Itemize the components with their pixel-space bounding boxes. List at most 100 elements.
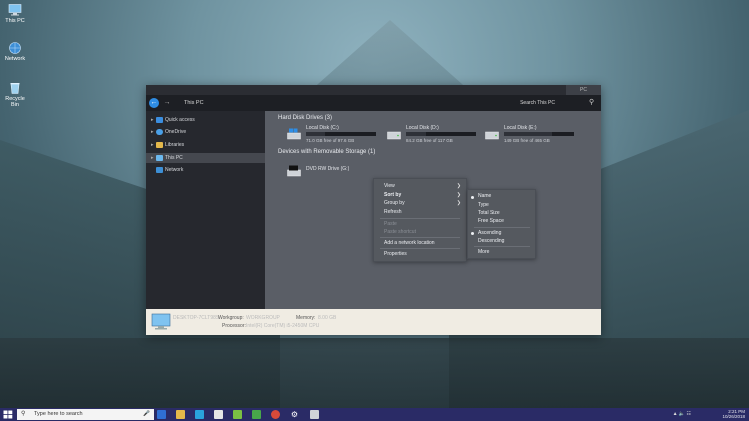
desktop-icon-network[interactable]: Network (2, 42, 28, 62)
taskbar-search-box[interactable]: ⚲ Type here to search 🎤 (17, 409, 154, 420)
address-bar: ← → This PC Search This PC ⚲ (146, 95, 601, 111)
app-icon[interactable] (252, 410, 261, 419)
sidebar-item-this-pc[interactable]: ▸ This PC (146, 153, 265, 163)
desktop-icon-this-pc[interactable]: This PC (2, 4, 28, 24)
chevron-right-icon[interactable]: ▸ (151, 115, 154, 125)
drive-free-space: 84.2 GB free of 117 GB (406, 138, 453, 143)
chrome-icon[interactable] (271, 410, 280, 419)
menu-item-view[interactable]: View (384, 183, 395, 189)
menu-item-sort-total-size[interactable]: Total Size (478, 210, 500, 216)
desktop-icon-label: This PC (5, 18, 25, 24)
title-bar[interactable]: PC (146, 85, 601, 95)
menu-item-paste-shortcut[interactable]: Paste shortcut (384, 229, 416, 235)
sidebar-item-label: Quick access (165, 117, 195, 123)
menu-separator (474, 246, 530, 247)
navigation-pane: ▸ Quick access ▸ OneDrive ▸ Libraries ▸ … (146, 111, 265, 309)
drive-free-space: 149 GB free of 465 GB (504, 138, 550, 143)
menu-item-refresh[interactable]: Refresh (384, 209, 402, 215)
telegram-icon[interactable] (195, 410, 204, 419)
menu-item-sort-type[interactable]: Type (478, 202, 489, 208)
hard-drive-icon (485, 131, 499, 140)
menu-item-sort-name[interactable]: Name (478, 193, 491, 199)
network-icon (156, 167, 163, 173)
menu-item-more[interactable]: More (478, 249, 489, 255)
microphone-icon[interactable]: 🎤 (143, 409, 150, 420)
chevron-right-icon: ❯ (456, 192, 461, 198)
menu-item-sort-by[interactable]: Sort by (384, 192, 401, 198)
context-menu: View ❯ Sort by ❯ Group by ❯ Refresh Past… (373, 178, 467, 262)
workgroup-label: Workgroup: (218, 315, 244, 321)
folder-icon (156, 142, 163, 148)
drive-name: Local Disk (E:) (504, 125, 537, 131)
memory-label: Memory: (296, 315, 316, 321)
menu-separator (474, 227, 530, 228)
drive-free-space: 71.0 GB free of 97.6 GB (306, 138, 355, 143)
search-input[interactable]: Search This PC (520, 100, 555, 106)
workgroup-value: WORKGROUP (246, 315, 280, 321)
gear-icon[interactable]: ⚙ (290, 410, 299, 419)
task-view-icon[interactable] (157, 410, 166, 419)
sidebar-item-quick-access[interactable]: ▸ Quick access (146, 115, 265, 125)
computer-icon (156, 155, 163, 161)
forward-arrow-icon[interactable]: → (162, 98, 172, 108)
chevron-right-icon: ❯ (456, 183, 461, 189)
menu-separator (380, 218, 460, 219)
sidebar-item-network[interactable]: Network (146, 165, 265, 175)
search-icon: ⚲ (21, 411, 26, 417)
drive-usage-fill (504, 132, 552, 136)
app-icon[interactable] (310, 410, 319, 419)
clock[interactable]: 2:21 PM 10/26/2018 (722, 409, 745, 419)
menu-item-paste[interactable]: Paste (384, 221, 397, 227)
sort-by-submenu: Name Type Total Size Free Space Ascendin… (467, 189, 536, 259)
sidebar-item-label: This PC (165, 155, 183, 161)
desktop-icon-recycle-bin[interactable]: Recycle Bin (2, 82, 28, 108)
sidebar-item-libraries[interactable]: ▸ Libraries (146, 140, 265, 150)
search-icon[interactable]: ⚲ (589, 99, 597, 107)
computer-name: DESKTOP-7CLT98S (173, 315, 220, 321)
windows-start-icon[interactable] (3, 410, 13, 419)
computer-icon (8, 4, 22, 16)
radio-selected-icon (471, 232, 474, 235)
sidebar-item-label: Libraries (165, 142, 185, 148)
network-icon (9, 42, 21, 54)
details-pane: DESKTOP-7CLT98S Workgroup: WORKGROUP Pro… (146, 309, 601, 335)
back-arrow-icon[interactable]: ← (149, 98, 159, 108)
window-tab[interactable]: PC (566, 85, 601, 95)
drive-e[interactable]: Local Disk (E:) 149 GB free of 465 GB (485, 125, 575, 147)
taskbar: ⚲ Type here to search 🎤 ⚙ ▲ 🔈 ☷ 2:21 PM … (0, 408, 749, 421)
drive-d[interactable]: Local Disk (D:) 84.2 GB free of 117 GB (387, 125, 477, 147)
system-tray-icons[interactable]: ▲ 🔈 ☷ (673, 411, 691, 417)
chevron-right-icon[interactable]: ▸ (151, 127, 154, 137)
desktop-icon-label: Network (4, 56, 26, 62)
menu-item-group-by[interactable]: Group by (384, 200, 405, 206)
app-icon[interactable] (233, 410, 242, 419)
menu-item-descending[interactable]: Descending (478, 238, 504, 244)
sidebar-item-onedrive[interactable]: ▸ OneDrive (146, 127, 265, 137)
sidebar-item-label: OneDrive (165, 129, 187, 135)
chevron-right-icon[interactable]: ▸ (151, 153, 154, 163)
address-field[interactable]: This PC (184, 100, 204, 106)
menu-item-ascending[interactable]: Ascending (478, 230, 501, 236)
removable-storage-header[interactable]: Devices with Removable Storage (1) (278, 149, 375, 155)
radio-selected-icon (471, 196, 474, 199)
dvd-drive-icon (287, 165, 301, 177)
file-explorer-icon[interactable] (176, 410, 185, 419)
drive-usage-bar (406, 132, 476, 136)
dvd-drive[interactable]: DVD RW Drive (G:) (287, 162, 377, 184)
sidebar-item-label: Network (165, 167, 184, 173)
clock-date: 10/26/2018 (722, 414, 745, 419)
drive-name: DVD RW Drive (G:) (306, 166, 350, 172)
processor-value: Intel(R) Core(TM) i5-2450M CPU (246, 323, 320, 329)
memory-value: 8.00 GB (318, 315, 337, 321)
menu-item-add-network-location[interactable]: Add a network location (384, 240, 435, 246)
menu-separator (380, 237, 460, 238)
chevron-right-icon[interactable]: ▸ (151, 140, 154, 150)
drive-usage-bar (306, 132, 376, 136)
hard-disk-header[interactable]: Hard Disk Drives (3) (278, 115, 332, 121)
app-icon[interactable] (214, 410, 223, 419)
menu-item-sort-free-space[interactable]: Free Space (478, 218, 504, 224)
computer-icon (151, 313, 171, 330)
star-icon (156, 117, 163, 123)
menu-item-properties[interactable]: Properties (384, 251, 407, 257)
drive-c[interactable]: Local Disk (C:) 71.0 GB free of 97.6 GB (287, 125, 377, 147)
